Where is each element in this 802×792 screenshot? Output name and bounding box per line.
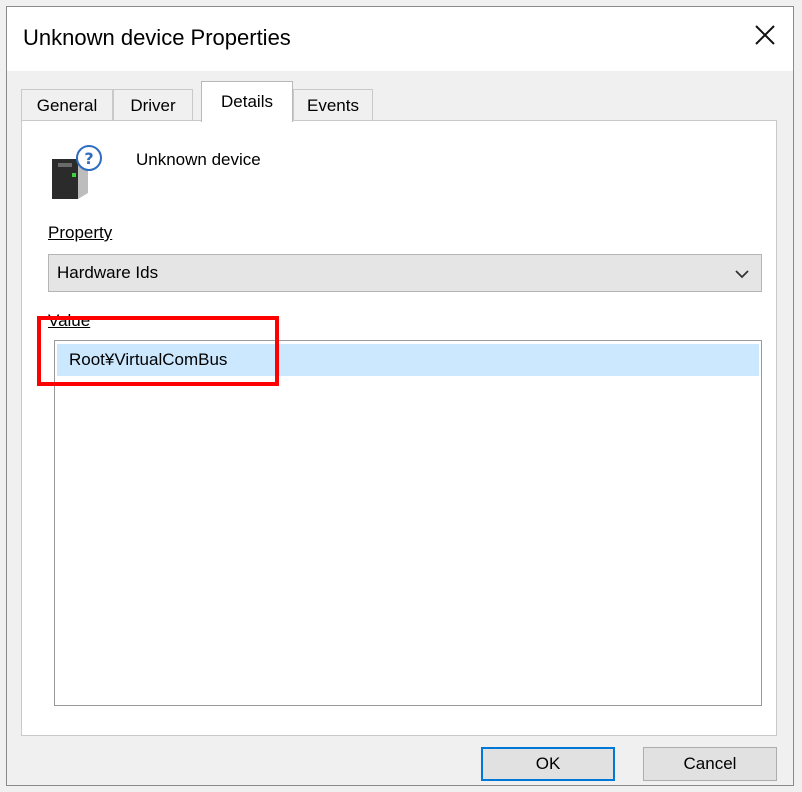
unknown-device-icon: ? (52, 145, 102, 199)
title-bar: Unknown device Properties (7, 7, 793, 71)
value-listbox[interactable]: Root¥VirtualComBus (54, 340, 762, 706)
close-icon (755, 25, 775, 45)
window-title: Unknown device Properties (23, 25, 291, 50)
tab-events[interactable]: Events (293, 89, 373, 121)
close-button[interactable] (737, 7, 793, 63)
device-name: Unknown device (136, 150, 261, 169)
ok-button[interactable]: OK (481, 747, 615, 781)
tab-details[interactable]: Details (201, 81, 293, 122)
list-item[interactable]: Root¥VirtualComBus (57, 344, 759, 376)
details-panel: ? Unknown device Property Hardware Ids V… (21, 120, 777, 736)
value-label: Value (48, 311, 90, 331)
list-item-text: Root¥VirtualComBus (69, 350, 228, 369)
tab-driver[interactable]: Driver (113, 89, 193, 121)
properties-dialog: Unknown device Properties General Driver… (6, 6, 794, 786)
tab-general[interactable]: General (21, 89, 113, 121)
property-label: Property (48, 223, 112, 243)
property-label-text: Property (48, 223, 113, 242)
value-label-text: Value (48, 311, 91, 330)
chevron-down-icon (735, 270, 749, 279)
cancel-button[interactable]: Cancel (643, 747, 777, 781)
property-select-value: Hardware Ids (57, 263, 159, 282)
property-select[interactable]: Hardware Ids (48, 254, 762, 292)
svg-text:?: ? (84, 149, 93, 168)
